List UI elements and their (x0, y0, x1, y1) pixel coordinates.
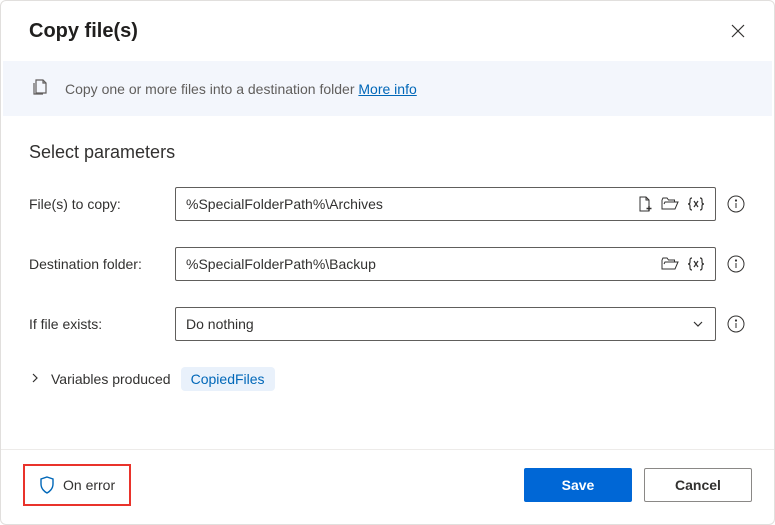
if-file-exists-row: If file exists: Do nothing (29, 307, 746, 341)
files-to-copy-row: File(s) to copy: (29, 187, 746, 221)
cancel-button[interactable]: Cancel (644, 468, 752, 502)
info-icon (727, 255, 745, 273)
destination-folder-input[interactable] (186, 256, 657, 272)
info-banner: Copy one or more files into a destinatio… (3, 61, 772, 116)
on-error-label: On error (63, 477, 115, 493)
close-button[interactable] (726, 19, 750, 43)
select-file-button[interactable] (633, 192, 657, 216)
more-info-link[interactable]: More info (358, 81, 416, 97)
files-to-copy-input[interactable] (186, 196, 633, 212)
save-button[interactable]: Save (524, 468, 632, 502)
destination-folder-input-wrap (175, 247, 716, 281)
variable-chip-copiedfiles[interactable]: CopiedFiles (181, 367, 275, 391)
destination-folder-info[interactable] (726, 254, 746, 274)
select-variable-button[interactable] (683, 192, 709, 216)
folder-open-icon (661, 256, 679, 272)
copy-file-icon (31, 77, 51, 100)
close-icon (730, 23, 746, 39)
chevron-right-icon (29, 372, 41, 384)
files-to-copy-info[interactable] (726, 194, 746, 214)
destination-select-variable-button[interactable] (683, 252, 709, 276)
folder-open-icon (661, 196, 679, 212)
if-file-exists-value: Do nothing (186, 316, 254, 332)
dialog-title: Copy file(s) (29, 20, 138, 43)
if-file-exists-info[interactable] (726, 314, 746, 334)
destination-folder-row: Destination folder: (29, 247, 746, 281)
variables-produced-row: Variables produced CopiedFiles (29, 367, 746, 391)
banner-description: Copy one or more files into a destinatio… (65, 81, 355, 97)
copy-files-dialog: Copy file(s) Copy one or more files into… (0, 0, 775, 525)
variable-icon (687, 256, 705, 272)
if-file-exists-select[interactable]: Do nothing (175, 307, 716, 341)
dialog-body: Select parameters File(s) to copy: (1, 116, 774, 449)
footer-actions: Save Cancel (524, 468, 752, 502)
chevron-down-icon (691, 317, 705, 331)
browse-folder-button[interactable] (657, 192, 683, 216)
banner-text: Copy one or more files into a destinatio… (65, 81, 417, 97)
file-plus-icon (637, 196, 653, 212)
section-title: Select parameters (29, 142, 746, 163)
dialog-footer: On error Save Cancel (1, 449, 774, 524)
browse-destination-button[interactable] (657, 252, 683, 276)
destination-folder-label: Destination folder: (29, 256, 165, 272)
shield-icon (39, 476, 55, 494)
if-file-exists-label: If file exists: (29, 316, 165, 332)
on-error-button[interactable]: On error (23, 464, 131, 506)
files-to-copy-label: File(s) to copy: (29, 196, 165, 212)
variable-icon (687, 196, 705, 212)
dialog-header: Copy file(s) (1, 1, 774, 61)
variables-toggle[interactable] (29, 371, 41, 387)
info-icon (727, 315, 745, 333)
info-icon (727, 195, 745, 213)
variables-produced-label: Variables produced (51, 371, 171, 387)
files-to-copy-input-wrap (175, 187, 716, 221)
